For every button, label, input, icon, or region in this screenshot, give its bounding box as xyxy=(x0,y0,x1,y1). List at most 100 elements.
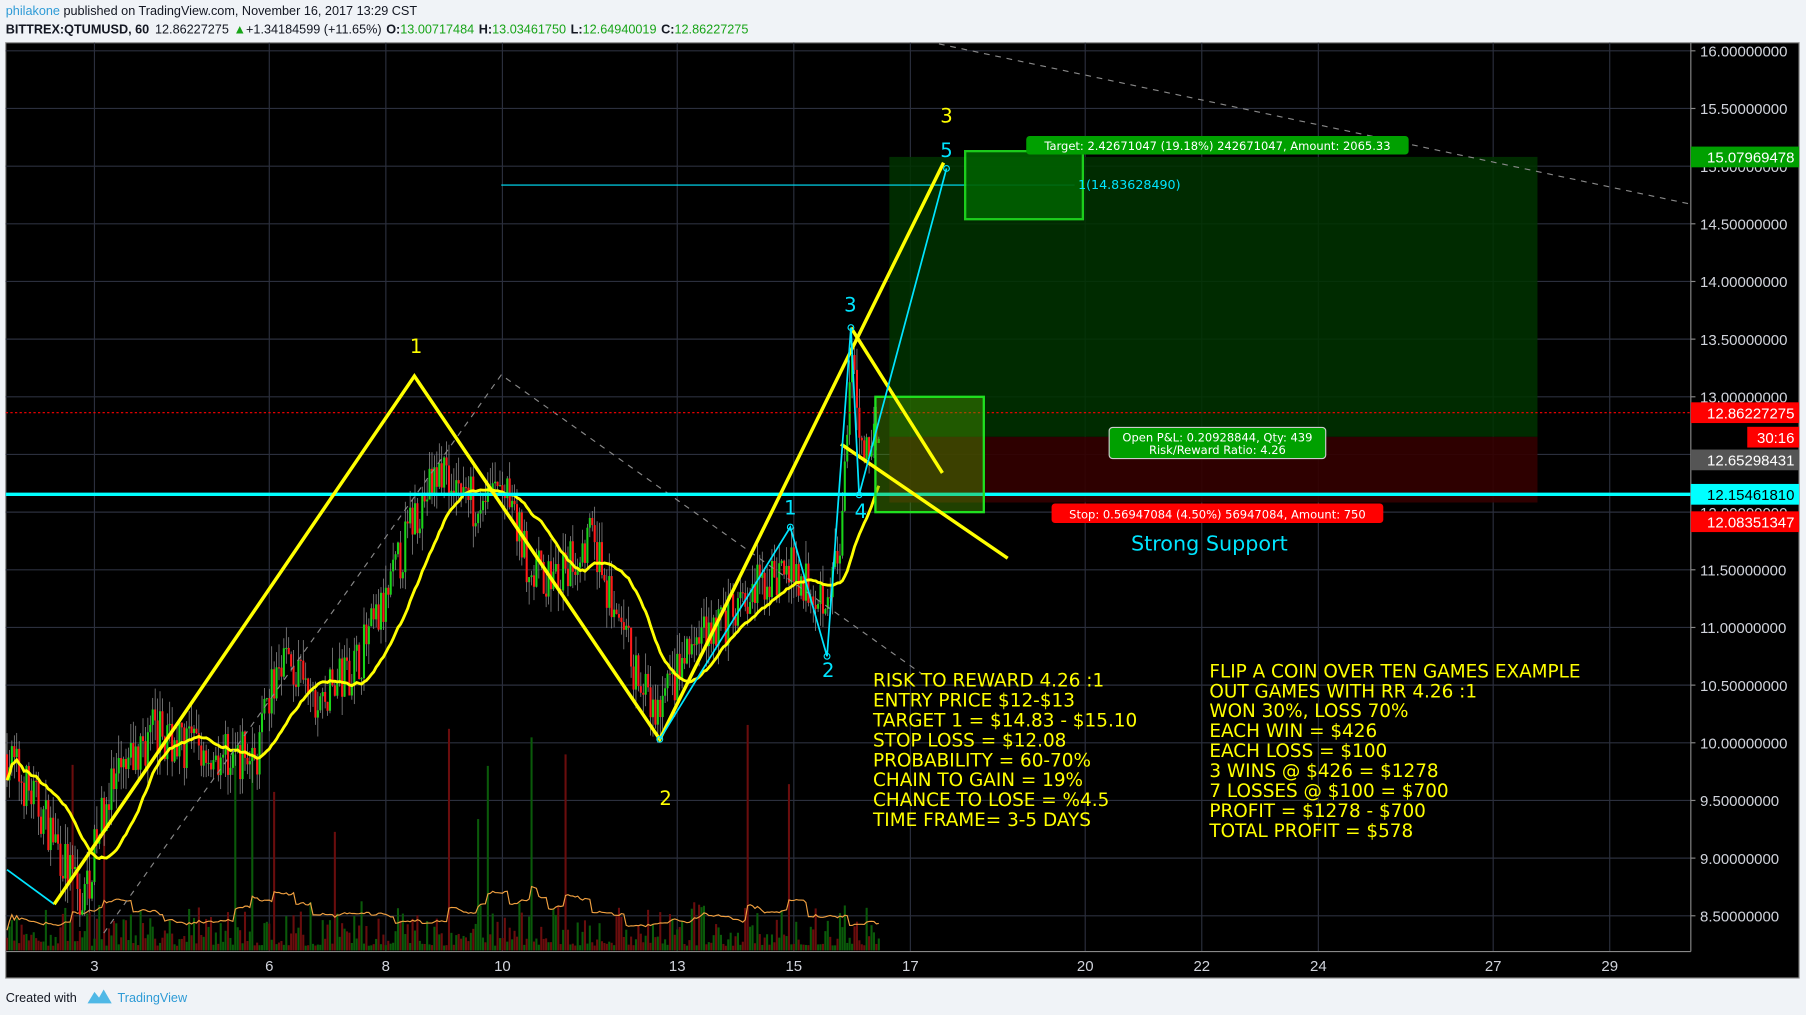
volume-bar xyxy=(389,943,392,951)
volume-bar xyxy=(253,945,256,951)
volume-bar xyxy=(787,784,790,951)
volume-bar xyxy=(202,936,205,951)
volume-bar xyxy=(229,937,232,951)
symbol[interactable]: BITTREX:QTUMUSD, 60 xyxy=(6,23,149,37)
candle-up xyxy=(719,607,722,610)
volume-bar xyxy=(341,923,344,951)
volume-bar xyxy=(717,927,720,951)
candle-down xyxy=(591,517,594,526)
volume-bar xyxy=(530,737,533,951)
volume-bar xyxy=(290,933,293,951)
time-tick-label: 27 xyxy=(1485,958,1502,975)
volume-bar xyxy=(460,938,463,951)
candle-up xyxy=(841,510,844,556)
candle-down xyxy=(600,542,604,575)
candle-up xyxy=(73,866,77,870)
candle-down xyxy=(632,666,635,690)
volume-bar xyxy=(30,934,33,951)
volume-bar xyxy=(8,926,11,951)
candle-up xyxy=(695,637,698,645)
volume-bar xyxy=(280,940,283,951)
candle-down xyxy=(440,463,443,488)
volume-bar xyxy=(525,938,528,951)
volume-bar xyxy=(343,928,346,951)
note-line: 7 LOSSES @ $100 = $700 xyxy=(1209,781,1448,802)
volume-bar xyxy=(275,944,278,951)
candle-up xyxy=(554,564,557,572)
tradingview-chart[interactable]: philakone published on TradingView.com, … xyxy=(0,0,1806,1015)
candle-down xyxy=(59,843,62,876)
volume-bar xyxy=(195,943,198,951)
stop-label: Stop: 0.56947084 (4.50%) 56947084, Amoun… xyxy=(1069,507,1366,521)
candle-up xyxy=(222,754,225,758)
candle-up xyxy=(608,576,611,608)
volume-bar xyxy=(732,945,735,951)
volume-bar xyxy=(438,934,441,951)
volume-bar xyxy=(316,944,319,951)
candle-down xyxy=(698,637,701,644)
volume-bar xyxy=(144,938,147,951)
volume-bar xyxy=(552,908,555,951)
volume-bar xyxy=(812,929,815,951)
candle-up xyxy=(421,493,424,529)
candle-up xyxy=(355,644,358,651)
price-tick-label: 9.50000000 xyxy=(1700,793,1779,810)
time-tick-label: 17 xyxy=(902,958,919,975)
volume-bar xyxy=(576,922,579,951)
candle-down xyxy=(603,574,606,581)
candle-down xyxy=(741,592,744,594)
volume-bar xyxy=(518,903,521,951)
volume-bar xyxy=(190,935,193,951)
price-tick-label: 15.50000000 xyxy=(1700,101,1787,118)
volume-bar xyxy=(511,939,514,951)
volume-bar xyxy=(858,940,861,951)
volume-bar xyxy=(741,941,744,951)
candle-up xyxy=(766,586,769,600)
open-value: 13.00717484 xyxy=(400,23,474,37)
candle-up xyxy=(185,728,188,768)
volume-bar xyxy=(156,945,159,951)
candle-down xyxy=(78,888,81,915)
volume-bar xyxy=(746,724,749,951)
volume-bar xyxy=(800,944,803,951)
tradingview-link[interactable]: TradingView xyxy=(117,991,188,1005)
volume-bar xyxy=(224,930,227,951)
candle-down xyxy=(513,500,516,505)
volume-bar xyxy=(120,937,123,951)
volume-bar xyxy=(95,918,98,951)
volume-bar xyxy=(457,933,460,951)
volume-bar xyxy=(739,944,742,951)
candle-up xyxy=(229,767,232,775)
candle-up xyxy=(865,437,868,460)
candle-up xyxy=(479,510,482,514)
volume-bar xyxy=(581,931,584,951)
volume-bar xyxy=(591,942,594,951)
volume-bar xyxy=(474,923,477,951)
volume-bar xyxy=(647,909,650,951)
volume-bar xyxy=(418,940,421,951)
candle-up xyxy=(824,609,827,614)
candle-down xyxy=(326,701,329,711)
candle-up xyxy=(304,678,307,680)
price-tick-label: 14.50000000 xyxy=(1700,217,1787,234)
candle-up xyxy=(644,673,647,695)
volume-bar xyxy=(222,941,225,951)
volume-bar xyxy=(42,941,45,951)
candle-down xyxy=(299,659,302,661)
volume-bar xyxy=(353,916,356,951)
candle-up xyxy=(149,724,152,733)
volume-bar xyxy=(98,904,101,951)
volume-bar xyxy=(338,936,341,951)
candle-down xyxy=(605,580,608,608)
volume-bar xyxy=(826,920,829,951)
volume-bar xyxy=(508,927,511,951)
volume-bar xyxy=(93,938,96,951)
candle-down xyxy=(180,722,183,728)
author-link[interactable]: philakone xyxy=(6,4,60,18)
volume-bar xyxy=(307,945,310,951)
candle-up xyxy=(100,797,103,836)
candle-up xyxy=(392,559,395,572)
volume-bar xyxy=(588,925,591,951)
volume-bar xyxy=(627,944,630,951)
volume-bar xyxy=(729,932,732,951)
